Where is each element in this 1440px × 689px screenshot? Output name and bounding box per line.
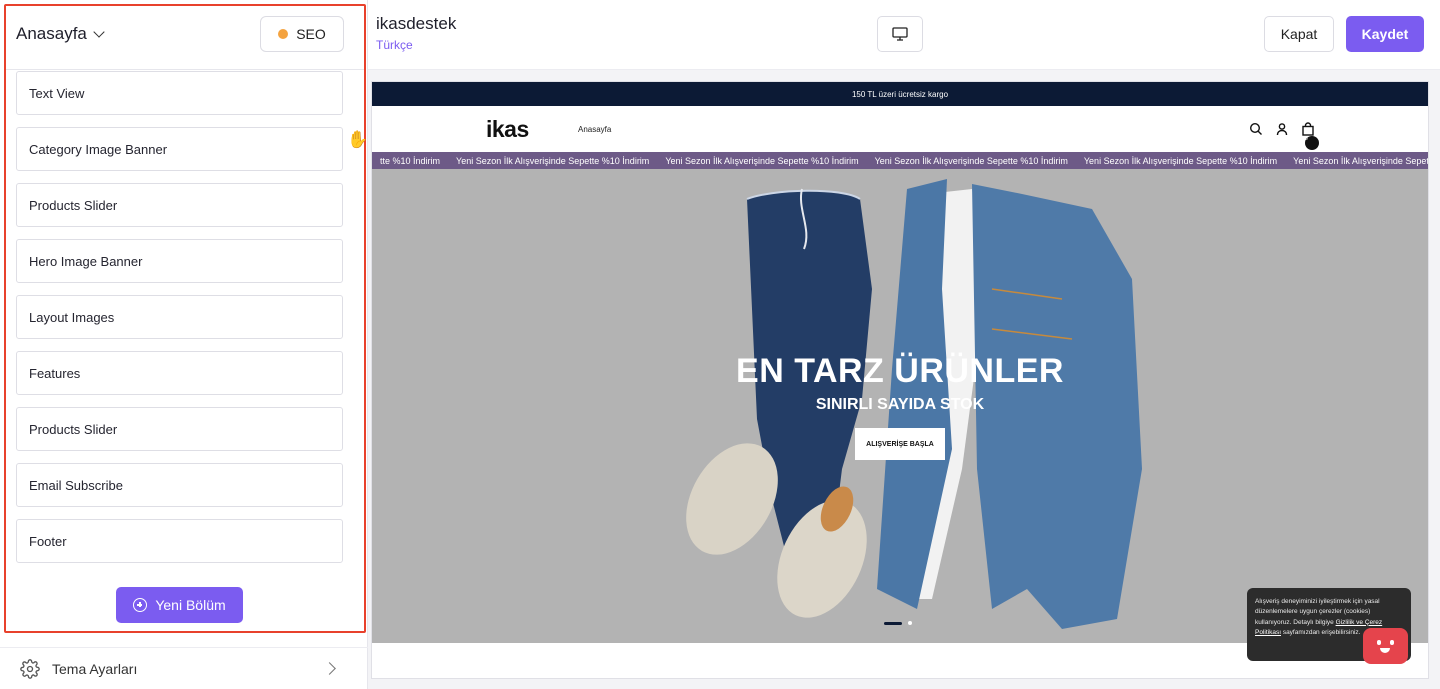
section-item-products-slider-2[interactable]: Products Slider (16, 407, 343, 451)
chevron-down-icon (93, 26, 105, 38)
chat-eye-left (1377, 640, 1381, 645)
seo-button[interactable]: SEO (260, 16, 344, 52)
store-logo[interactable]: ikas (486, 116, 529, 143)
save-button[interactable]: Kaydet (1346, 16, 1424, 52)
section-label: Layout Images (29, 309, 115, 325)
section-item-email-subscribe[interactable]: Email Subscribe (16, 463, 343, 507)
section-item-products-slider[interactable]: Products Slider (16, 183, 343, 227)
grab-cursor-icon: ✋ (347, 130, 369, 149)
section-item-layout-images[interactable]: Layout Images (16, 295, 343, 339)
editor-sidebar: Anasayfa SEO Text View Category Image Ba… (0, 0, 368, 689)
device-toggle-button[interactable] (877, 16, 923, 52)
desktop-icon (892, 27, 908, 41)
chat-mouth (1380, 648, 1390, 653)
hero-subtitle: SINIRLI SAYIDA STOK (815, 396, 985, 413)
chevron-right-icon (323, 662, 336, 675)
marquee-item: Yeni Sezon İlk Alışverişinde Sepette %10… (1293, 155, 1428, 166)
status-dot-icon (278, 29, 289, 39)
theme-settings-label: Tema Ayarları (52, 660, 138, 677)
promo-marquee: tte %10 İndirim Yeni Sezon İlk Alışveriş… (372, 152, 1428, 169)
marquee-item: Yeni Sezon İlk Alışverişinde Sepette %10… (1083, 155, 1278, 166)
section-label: Hero Image Banner (29, 253, 143, 269)
marquee-item: Yeni Sezon İlk Alışverişinde Sepette %10… (874, 155, 1068, 166)
chat-eye-right (1390, 640, 1394, 645)
section-label: Products Slider (29, 197, 118, 213)
hero-cta-button[interactable]: ALIŞVERİŞE BAŞLA (855, 428, 945, 460)
marquee-item: tte %10 İndirim (380, 155, 441, 166)
cookie-text-end: sayfamızdan erişebilirsiniz. (1281, 629, 1361, 637)
hero-title: EN TARZ ÜRÜNLER (736, 352, 1064, 390)
section-label: Category Image Banner (29, 141, 168, 157)
user-icon[interactable] (1275, 122, 1289, 136)
close-button[interactable]: Kapat (1264, 16, 1334, 52)
slider-dots (884, 621, 912, 625)
section-item-footer[interactable]: Footer (16, 519, 343, 563)
section-item-features[interactable]: Features (16, 351, 343, 395)
gear-icon (20, 658, 40, 679)
sidebar-header: Anasayfa SEO (16, 16, 344, 52)
page-selector[interactable]: Anasayfa (16, 24, 105, 44)
section-label: Email Subscribe (29, 477, 123, 493)
divider (6, 69, 364, 70)
store-name: ikasdestek (376, 14, 457, 33)
theme-settings-row[interactable]: Tema Ayarları (0, 647, 368, 689)
section-item-text-view[interactable]: Text View (16, 71, 343, 115)
cart-count-badge: 0 (1305, 136, 1319, 150)
hero-banner: EN TARZ ÜRÜNLER SINIRLI SAYIDA STOK ALIŞ… (372, 169, 1428, 643)
nav-link-home[interactable]: Anasayfa (578, 125, 611, 134)
section-label: Products Slider (29, 421, 118, 437)
marquee-item: Yeni Sezon İlk Alışverişinde Sepette %10… (456, 155, 650, 166)
slider-dot-active[interactable] (884, 621, 902, 625)
section-label: Features (29, 365, 81, 381)
chat-icon[interactable] (1363, 628, 1408, 664)
marquee-item: Yeni Sezon İlk Alışverişinde Sepette %10… (665, 155, 859, 166)
bag-icon[interactable]: 0 (1301, 122, 1319, 150)
slider-dot[interactable] (908, 621, 912, 625)
section-item-hero-image-banner[interactable]: Hero Image Banner (16, 239, 343, 283)
nav-icons: 0 (1249, 122, 1319, 150)
section-label: Text View (29, 85, 85, 101)
search-icon[interactable] (1249, 122, 1263, 136)
announcement-bar: 150 TL üzeri ücretsiz kargo (372, 82, 1428, 106)
section-label: Footer (29, 533, 67, 549)
section-list: Text View Category Image Banner Products… (16, 71, 343, 575)
language-link[interactable]: Türkçe (376, 38, 413, 52)
seo-label: SEO (296, 26, 326, 42)
plus-circle-icon (133, 598, 148, 612)
section-item-category-image-banner[interactable]: Category Image Banner (16, 127, 343, 171)
page-title: Anasayfa (16, 24, 87, 43)
new-section-button[interactable]: Yeni Bölüm (116, 587, 243, 623)
store-navbar: ikas Anasayfa 0 (372, 106, 1428, 152)
new-section-label: Yeni Bölüm (155, 597, 226, 613)
